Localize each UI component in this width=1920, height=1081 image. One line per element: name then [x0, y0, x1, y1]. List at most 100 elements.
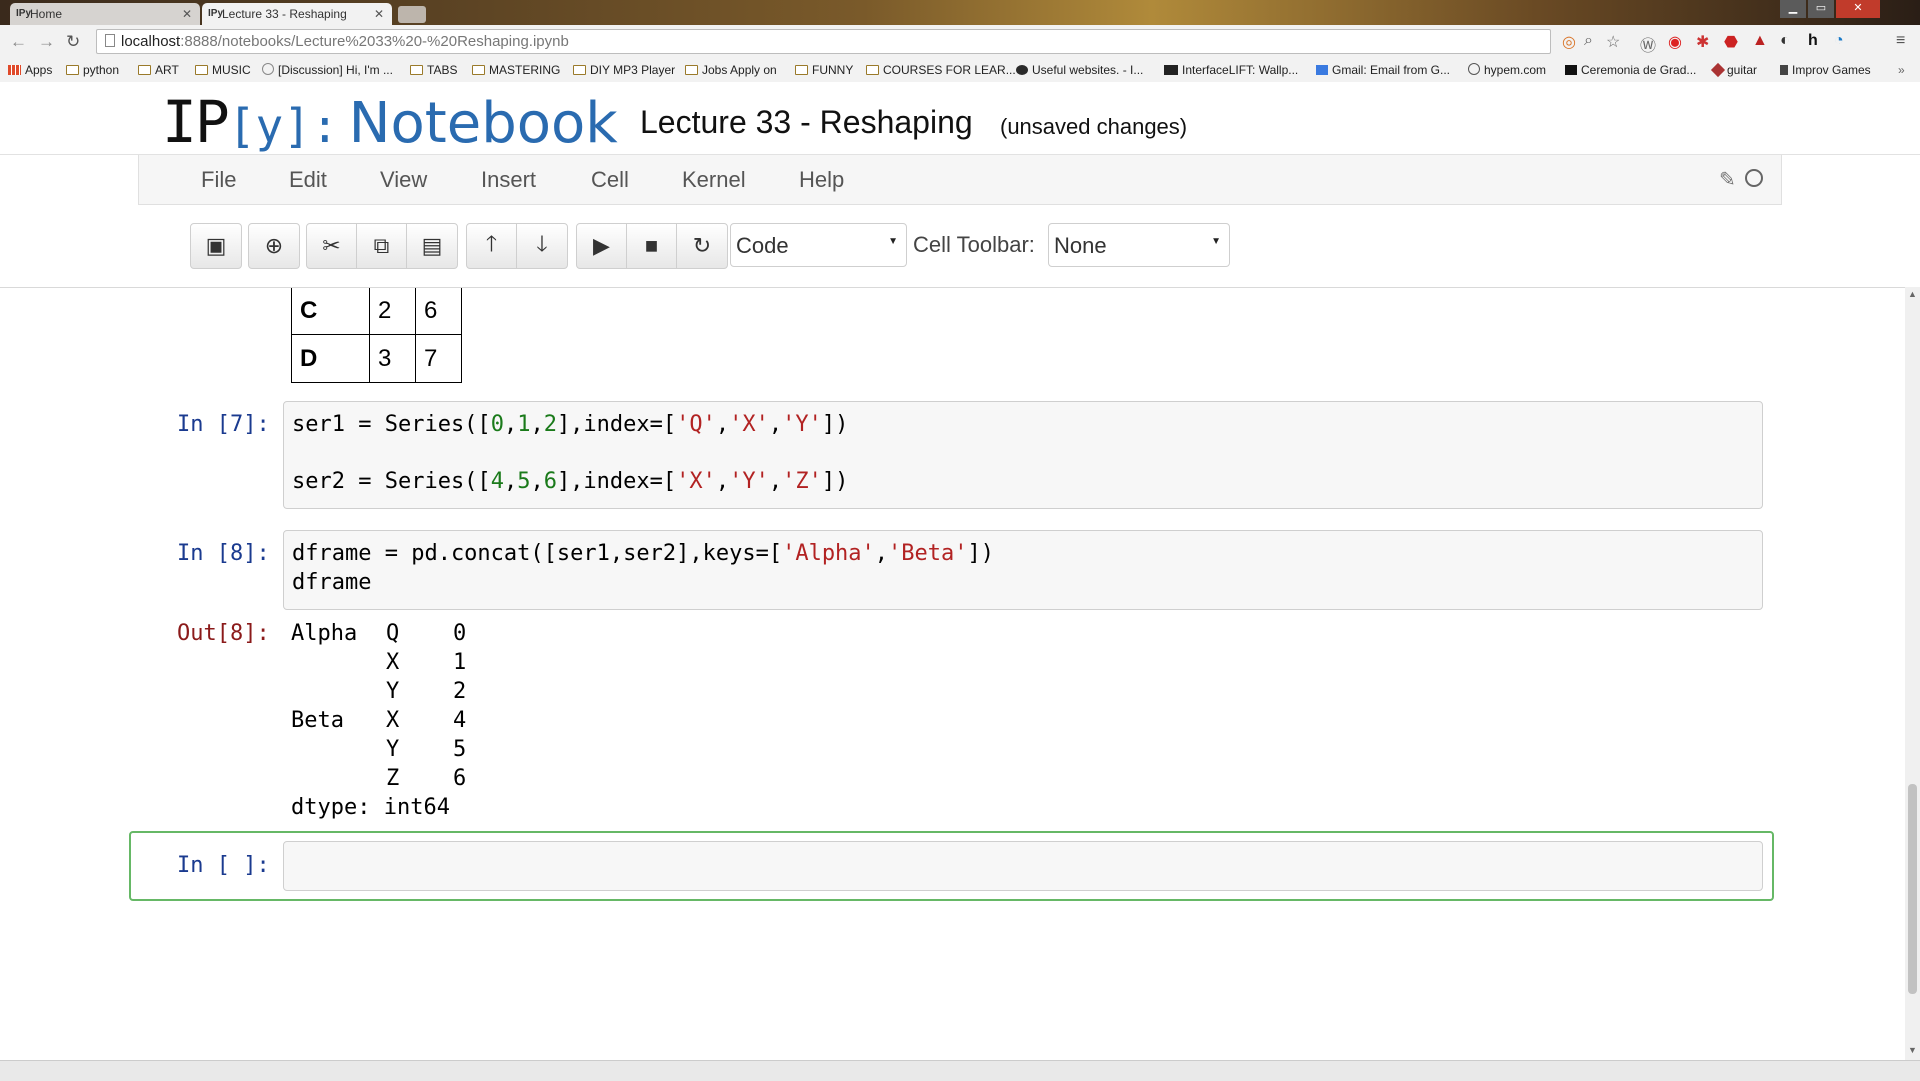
bookmark-link[interactable]: Useful websites. - I... — [1016, 63, 1143, 77]
insert-cell-icon[interactable]: ⊕ — [249, 224, 299, 268]
browser-toolbar: ← → ↻ localhost:8888/notebooks/Lecture%2… — [0, 25, 1920, 59]
zoom-icon[interactable]: ⌕ — [1584, 32, 1593, 50]
reload-icon[interactable]: ↻ — [66, 32, 80, 52]
cell-toolbar-label: Cell Toolbar: — [913, 232, 1035, 257]
site-icon — [1565, 65, 1577, 75]
empty-code-cell-input[interactable] — [283, 841, 1763, 891]
move-down-icon[interactable]: 🡓 — [517, 224, 567, 268]
stop-icon[interactable]: ■ — [627, 224, 677, 268]
paste-icon[interactable]: ▤ — [407, 224, 457, 268]
output-value: 0 — [453, 621, 467, 646]
site-icon — [1016, 65, 1028, 75]
move-up-icon[interactable]: 🡑 — [467, 224, 517, 268]
notebook-header: IP[y]: Notebook Lecture 33 - Reshaping (u… — [0, 82, 1920, 158]
chrome-menu-icon[interactable]: ≡ — [1896, 32, 1905, 50]
forward-icon[interactable]: → — [38, 32, 55, 52]
apps-grid-icon — [8, 65, 21, 75]
input-prompt: In [8]: — [177, 541, 270, 566]
wordpress-icon[interactable]: Ⓦ — [1640, 32, 1656, 56]
car-extension-icon[interactable]: ▲ — [1752, 32, 1768, 50]
output-value: 6 — [453, 766, 467, 791]
tab-title: Home — [30, 7, 63, 21]
cut-icon[interactable]: ✂ — [307, 224, 357, 268]
input-prompt: In [ ]: — [177, 853, 270, 878]
reddit-icon — [262, 63, 274, 75]
sync-icon[interactable]: ◔ — [1834, 32, 1844, 50]
code-cell-input[interactable]: ser1 = Series([0,1,2],index=['Q','X','Y'… — [283, 401, 1763, 509]
bookmark-folder[interactable]: TABS — [410, 63, 457, 77]
bookmark-link[interactable]: [Discussion] Hi, I'm ... — [262, 63, 393, 77]
bookmark-link[interactable]: Gmail: Email from G... — [1316, 63, 1450, 77]
output-index: X — [386, 650, 400, 675]
bookmark-folder[interactable]: COURSES FOR LEAR... — [866, 63, 1016, 77]
menu-view[interactable]: View — [380, 167, 427, 193]
cell-type-select[interactable]: Code ▼ — [730, 223, 907, 267]
bookmark-folder[interactable]: DIY MP3 Player — [573, 63, 675, 77]
cell-toolbar-select[interactable]: None ▼ — [1048, 223, 1230, 267]
code-cell-input[interactable]: dframe = pd.concat([ser1,ser2],keys=['Al… — [283, 530, 1763, 610]
bookmark-folder[interactable]: MASTERING — [472, 63, 560, 77]
bookmark-folder[interactable]: ART — [138, 63, 179, 77]
opera-icon[interactable]: ◉ — [1668, 32, 1682, 52]
bookmark-folder[interactable]: Jobs Apply on — [685, 63, 777, 77]
adblock-icon[interactable]: ⬣ — [1724, 32, 1738, 52]
bookmark-link[interactable]: guitar — [1710, 62, 1757, 78]
bookmark-apps[interactable]: Apps — [8, 63, 52, 77]
folder-icon — [195, 65, 208, 75]
tab-home[interactable]: IPy Home ✕ — [10, 3, 200, 25]
address-bar[interactable]: localhost:8888/notebooks/Lecture%2033%20… — [96, 29, 1551, 54]
menu-insert[interactable]: Insert — [481, 167, 536, 193]
tab-lecture-33[interactable]: IPy Lecture 33 - Reshaping ✕ — [202, 3, 392, 25]
menu-help[interactable]: Help — [799, 167, 844, 193]
save-status: (unsaved changes) — [1000, 114, 1188, 139]
ipython-favicon: IPy — [208, 8, 224, 19]
kernel-idle-icon — [1745, 169, 1763, 187]
h-extension-icon[interactable]: h — [1808, 32, 1818, 50]
pencil-icon[interactable]: ✎ — [1719, 167, 1736, 192]
table-cell: 3 — [369, 334, 416, 383]
code-line: dframe = pd.concat([ser1,ser2],keys=['Al… — [292, 541, 995, 566]
bookmark-folder[interactable]: python — [66, 63, 119, 77]
bookmark-link[interactable]: Improv Games — [1780, 63, 1871, 77]
bookmark-star-icon[interactable]: ☆ — [1606, 32, 1620, 52]
edit-group: ✂ ⧉ ▤ — [306, 223, 458, 269]
output-value: 4 — [453, 708, 467, 733]
gear-extension-icon[interactable]: ✱ — [1696, 32, 1709, 52]
menu-edit[interactable]: Edit — [289, 167, 327, 193]
move-group: 🡑 🡓 — [466, 223, 568, 269]
bookmark-link[interactable]: hypem.com — [1468, 63, 1546, 77]
table-cell: 2 — [369, 288, 416, 335]
code-line: dframe — [292, 570, 372, 595]
scroll-down-icon[interactable]: ▼ — [1908, 1045, 1917, 1055]
page-scrollbar[interactable]: ▲ ▼ — [1905, 287, 1920, 1060]
notebook-content[interactable]: C 2 6 D 3 7 In [7]: ser1 = Series([0,1,2… — [0, 287, 1905, 1061]
bookmark-link[interactable]: InterfaceLIFT: Wallp... — [1164, 63, 1298, 77]
close-icon[interactable]: ✕ — [182, 3, 192, 25]
menu-kernel[interactable]: Kernel — [682, 167, 746, 193]
scrollbar-thumb[interactable] — [1908, 784, 1917, 994]
restore-window-button[interactable]: ▭ — [1808, 0, 1834, 18]
ipython-notebook-logo[interactable]: IP[y]: Notebook — [162, 90, 618, 158]
bookmark-link[interactable]: Ceremonia de Grad... — [1565, 63, 1696, 77]
bookmark-folder[interactable]: FUNNY — [795, 63, 853, 77]
menu-file[interactable]: File — [201, 167, 236, 193]
new-tab-button[interactable] — [398, 6, 426, 23]
copy-icon[interactable]: ⧉ — [357, 224, 407, 268]
close-icon[interactable]: ✕ — [374, 3, 384, 25]
input-prompt: In [7]: — [177, 412, 270, 437]
bookmark-folder[interactable]: MUSIC — [195, 63, 251, 77]
restart-icon[interactable]: ↻ — [677, 224, 727, 268]
save-icon[interactable]: ▣ — [191, 224, 241, 268]
notebook-title[interactable]: Lecture 33 - Reshaping — [640, 104, 973, 141]
minimize-window-button[interactable]: ▁ — [1780, 0, 1806, 18]
table-row: D 3 7 — [291, 334, 462, 383]
more-bookmarks-icon[interactable]: » — [1898, 63, 1905, 77]
scroll-up-icon[interactable]: ▲ — [1908, 289, 1917, 299]
close-window-button[interactable]: ✕ — [1836, 0, 1880, 18]
moon-icon[interactable]: ◐ — [1780, 32, 1790, 50]
extension-icon[interactable]: ◎ — [1562, 32, 1576, 52]
run-icon[interactable]: ▶ — [577, 224, 627, 268]
back-icon[interactable]: ← — [10, 32, 27, 52]
save-group: ▣ — [190, 223, 242, 269]
menu-cell[interactable]: Cell — [591, 167, 629, 193]
